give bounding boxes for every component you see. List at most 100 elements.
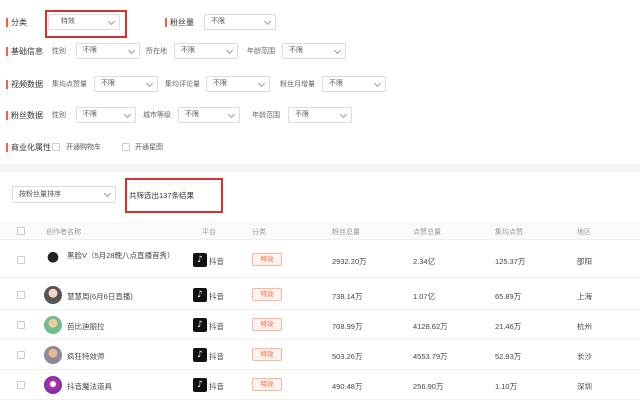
platform-name: 抖音 [209,382,224,391]
age-select[interactable]: 不限 [282,43,346,59]
likes-total: 1.07亿 [413,292,436,301]
region: 长沙 [577,352,592,361]
region: 杭州 [577,322,592,331]
fans-gender-label: 性别 [52,112,66,119]
douyin-icon: ♪ [193,348,207,362]
location-select[interactable]: 不限 [174,43,238,59]
row-checkbox[interactable] [17,256,25,264]
category-tag: 特效 [252,348,282,361]
chevron-down-icon [333,46,342,55]
chevron-down-icon [339,110,348,119]
city-level-select-value: 不限 [185,111,199,118]
fans-total: 738.14万 [332,292,363,301]
fans-age-select[interactable]: 不限 [288,107,352,123]
creator-name[interactable]: 黑脸V（5月28晚八点直播首秀） [67,250,185,261]
chevron-down-icon [123,110,132,119]
star-checkbox[interactable] [122,143,130,151]
douyin-icon: ♪ [193,288,207,302]
category-tag: 特效 [252,318,282,331]
result-count-highlight-box [125,178,223,213]
avatar [44,376,62,394]
likes-total: 4553.79万 [413,352,448,361]
age-label: 年龄范围 [247,48,275,55]
gender-select-value: 不限 [83,47,97,54]
col-region: 地区 [577,229,591,236]
row-checkbox[interactable] [17,381,25,389]
avg-likes: 1.10万 [495,382,518,391]
basic-info-label: 基础信息 [6,46,43,56]
fans-data-label: 粉丝数据 [6,110,43,120]
section-divider [0,163,640,173]
chevron-down-icon [263,17,272,26]
filter-row-commerce: 商业化属性 开通购物车 开通星图 [0,136,640,158]
filter-row-fans-data: 粉丝数据 性别 不限 城市等级 不限 年龄范围 不限 [0,104,640,126]
chevron-down-icon [257,79,266,88]
col-avg-likes: 集均点赞 [495,229,523,236]
table-row[interactable]: 芭比迪丽拉 ♪ 抖音 特效 708.99万 4128.62万 21.46万 杭州 [0,310,640,340]
category-label: 分类 [6,17,27,27]
creator-name[interactable]: 疯狂特效师 [67,351,105,362]
chevron-down-icon [127,46,136,55]
monthly-growth-label: 粉丝月增量 [280,81,315,88]
col-creator: 创作者名称 [46,229,81,236]
row-checkbox[interactable] [17,291,25,299]
creator-name[interactable]: 抖音魔法道具 [67,381,112,392]
shop-checkbox-label[interactable]: 开通购物车 [66,142,101,152]
table-row[interactable]: 疯狂特效师 ♪ 抖音 特效 503.26万 4553.79万 52.93万 长沙 [0,340,640,370]
table-header: 创作者名称 平台 分类 粉丝总量 点赞总量 集均点赞 地区 [0,222,640,240]
chevron-down-icon [225,46,234,55]
category-tag: 特效 [252,378,282,391]
avatar [44,316,62,334]
table-row[interactable]: 慧慧周(6月6日直播) ♪ 抖音 特效 738.14万 1.07亿 65.89万… [0,280,640,310]
creator-name[interactable]: 慧慧周(6月6日直播) [67,291,133,302]
filter-row-video: 视频数据 集均点赞量 不限 集均评论量 不限 粉丝月增量 不限 [0,73,640,95]
sort-select-value: 按粉丝量排序 [19,191,61,198]
douyin-icon: ♪ [193,318,207,332]
avg-comments-select-value: 不限 [213,80,227,87]
row-checkbox[interactable] [17,351,25,359]
avg-likes: 125.37万 [495,257,526,266]
avg-likes-select[interactable]: 不限 [94,76,158,92]
select-all-checkbox[interactable] [17,227,25,235]
chevron-down-icon [145,79,154,88]
fans-total: 503.26万 [332,352,363,361]
fans-gender-select-value: 不限 [83,111,97,118]
commerce-label: 商业化属性 [6,142,51,152]
monthly-growth-select-value: 不限 [329,80,343,87]
col-category: 分类 [252,229,266,236]
avg-likes: 21.46万 [495,322,522,331]
fans-select-value: 不限 [211,18,225,25]
row-checkbox[interactable] [17,321,25,329]
avatar [44,251,62,269]
region: 上海 [577,292,592,301]
star-checkbox-label[interactable]: 开通星图 [135,142,163,152]
fans-select[interactable]: 不限 [204,14,276,30]
table-row[interactable]: 抖音魔法道具 ♪ 抖音 特效 490.48万 256.90万 1.10万 深圳 [0,370,640,400]
sort-select[interactable]: 按粉丝量排序 [12,186,116,203]
likes-total: 4128.62万 [413,322,448,331]
chevron-down-icon [103,189,112,198]
fans-label: 粉丝量 [165,17,194,27]
fans-gender-select[interactable]: 不限 [76,107,136,123]
table-row[interactable]: 黑脸V（5月28晚八点直播首秀） ♪ 抖音 特效 2932.20万 2.34亿 … [0,242,640,278]
region: 深圳 [577,382,592,391]
gender-label: 性别 [52,48,66,55]
location-select-value: 不限 [181,47,195,54]
region: 邵阳 [577,257,592,266]
douyin-icon: ♪ [193,253,207,267]
filter-row-basic: 基础信息 性别 不限 所在地 不限 年龄范围 不限 [0,40,640,62]
gender-select[interactable]: 不限 [76,43,140,59]
likes-total: 256.90万 [413,382,444,391]
fans-total: 708.99万 [332,322,363,331]
city-level-label: 城市等级 [143,112,171,119]
shop-checkbox[interactable] [52,143,60,151]
platform-name: 抖音 [209,322,224,331]
avatar [44,286,62,304]
avg-comments-select[interactable]: 不限 [206,76,270,92]
creator-name[interactable]: 芭比迪丽拉 [67,321,105,332]
col-likes: 点赞总量 [413,229,441,236]
fans-age-select-value: 不限 [295,111,309,118]
city-level-select[interactable]: 不限 [178,107,240,123]
monthly-growth-select[interactable]: 不限 [322,76,386,92]
avg-likes: 52.93万 [495,352,522,361]
